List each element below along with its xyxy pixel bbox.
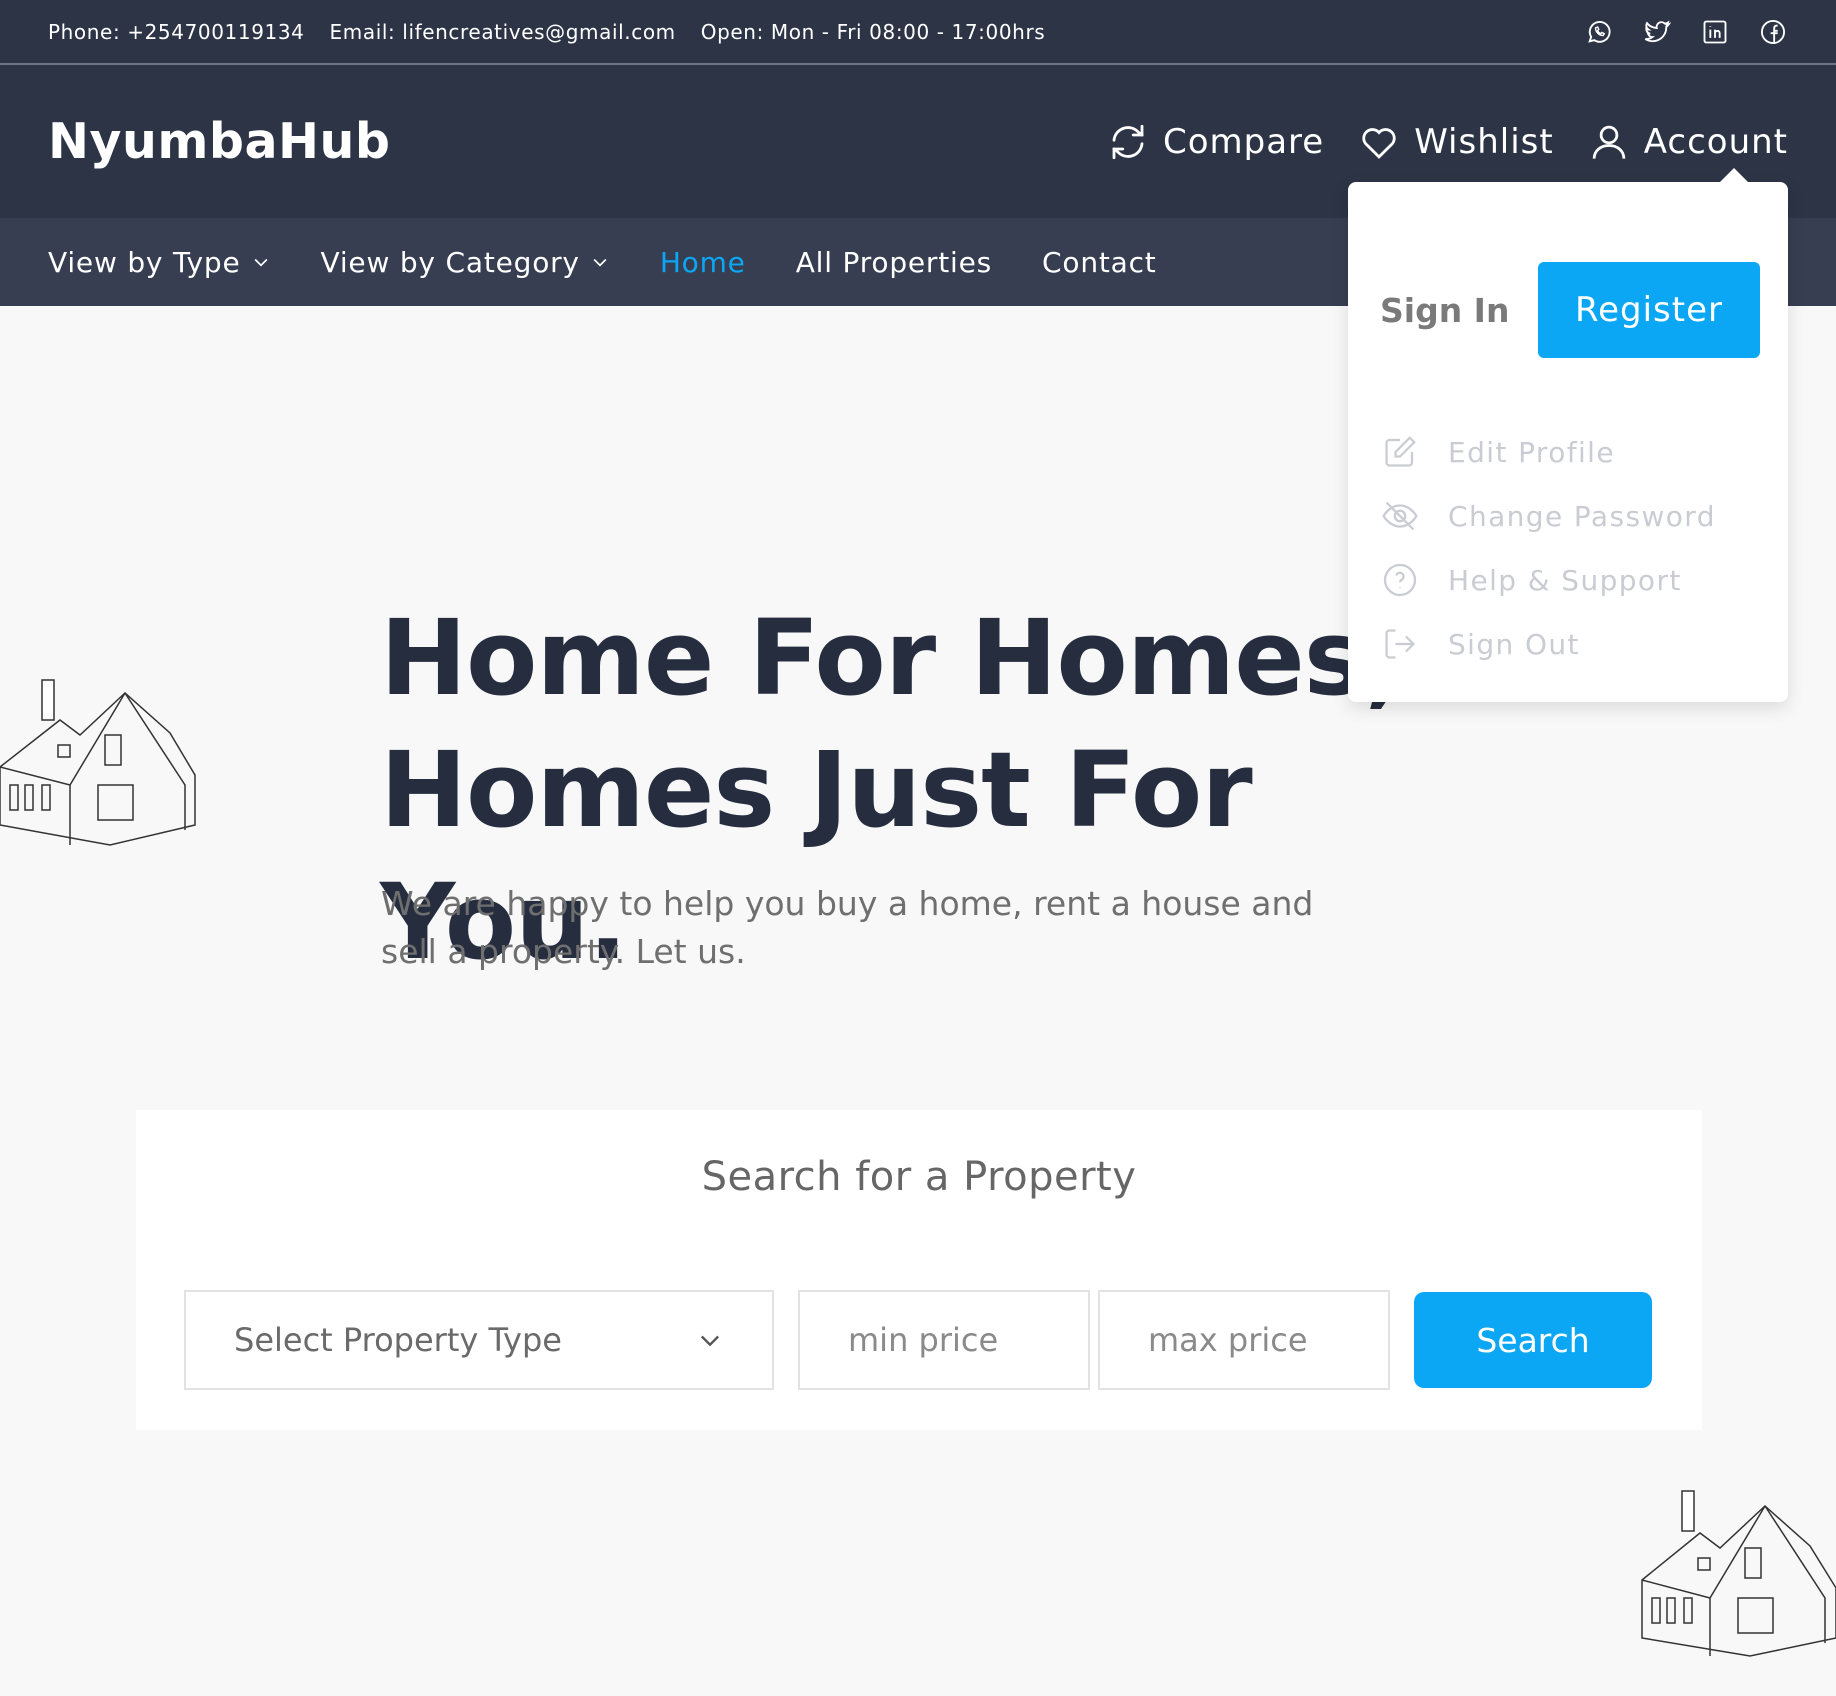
facebook-icon[interactable]	[1758, 17, 1788, 47]
compare-link[interactable]: Compare	[1107, 121, 1324, 163]
email-text: Email: lifencreatives@gmail.com	[329, 19, 676, 44]
account-menu: Edit Profile Change Password Help & Supp…	[1382, 420, 1716, 676]
search-button[interactable]: Search	[1414, 1292, 1652, 1388]
auth-actions: Sign In Register	[1380, 262, 1760, 358]
compare-label: Compare	[1162, 121, 1325, 162]
property-type-select[interactable]: Select Property Type	[184, 1290, 774, 1390]
menu-item-sign-out[interactable]: Sign Out	[1382, 612, 1716, 676]
eye-off-icon	[1382, 501, 1418, 531]
menu-item-label: Help & Support	[1448, 563, 1682, 597]
account-link[interactable]: Account	[1588, 121, 1788, 163]
nav-contact[interactable]: Contact	[1042, 246, 1157, 279]
search-card: Search for a Property Select Property Ty…	[136, 1110, 1702, 1430]
house-illustration	[0, 675, 200, 850]
menu-item-edit-profile[interactable]: Edit Profile	[1382, 420, 1716, 484]
chevron-down-icon	[701, 1335, 719, 1347]
menu-item-help-support[interactable]: Help & Support	[1382, 548, 1716, 612]
nav-label: View by Type	[48, 245, 241, 279]
nav-all-properties[interactable]: All Properties	[796, 246, 992, 279]
wishlist-label: Wishlist	[1414, 121, 1554, 162]
nav-view-by-category[interactable]: View by Category	[321, 246, 610, 279]
wishlist-link[interactable]: Wishlist	[1358, 121, 1554, 163]
help-icon	[1383, 563, 1417, 597]
sign-out-icon	[1385, 629, 1416, 659]
search-title: Search for a Property	[701, 1154, 1137, 1200]
nav-view-by-type[interactable]: View by Type	[48, 246, 271, 279]
min-price-input[interactable]: min price	[798, 1290, 1090, 1390]
menu-item-label: Change Password	[1448, 499, 1716, 533]
house-illustration	[1640, 1488, 1836, 1658]
chevron-down-icon	[593, 258, 607, 267]
edit-icon	[1385, 436, 1416, 467]
menu-item-change-password[interactable]: Change Password	[1382, 484, 1716, 548]
user-icon	[1592, 125, 1625, 159]
account-label: Account	[1643, 121, 1788, 162]
social-links	[1584, 17, 1788, 47]
logo[interactable]: NyumbaHub	[48, 113, 391, 170]
phone-text: Phone: +254700119134	[48, 19, 305, 44]
compare-icon	[1112, 124, 1144, 159]
max-price-input[interactable]: max price	[1098, 1290, 1390, 1390]
select-value: Select Property Type	[234, 1321, 562, 1359]
menu-item-label: Edit Profile	[1448, 435, 1615, 469]
linkedin-icon[interactable]	[1700, 17, 1730, 47]
twitter-icon[interactable]	[1642, 17, 1672, 47]
header-actions: Compare Wishlist Account	[1107, 121, 1788, 163]
whatsapp-icon[interactable]	[1584, 17, 1614, 47]
account-dropdown: Sign In Register Edit Profile Change Pas…	[1348, 168, 1788, 702]
chevron-down-icon	[254, 258, 267, 267]
register-button[interactable]: Register	[1538, 262, 1760, 358]
contact-info: Phone: +254700119134 Email: lifencreativ…	[48, 20, 1045, 44]
sign-in-link[interactable]: Sign In	[1380, 291, 1509, 330]
heart-icon	[1362, 127, 1396, 159]
top-info-bar: Phone: +254700119134 Email: lifencreativ…	[0, 0, 1836, 65]
hero-subtitle: We are happy to help you buy a home, ren…	[381, 884, 1314, 971]
nav-home[interactable]: Home	[660, 246, 746, 279]
nav-label: View by Category	[320, 245, 580, 279]
hours-text: Open: Mon - Fri 08:00 - 17:00hrs	[700, 19, 1046, 44]
menu-item-label: Sign Out	[1448, 627, 1580, 661]
